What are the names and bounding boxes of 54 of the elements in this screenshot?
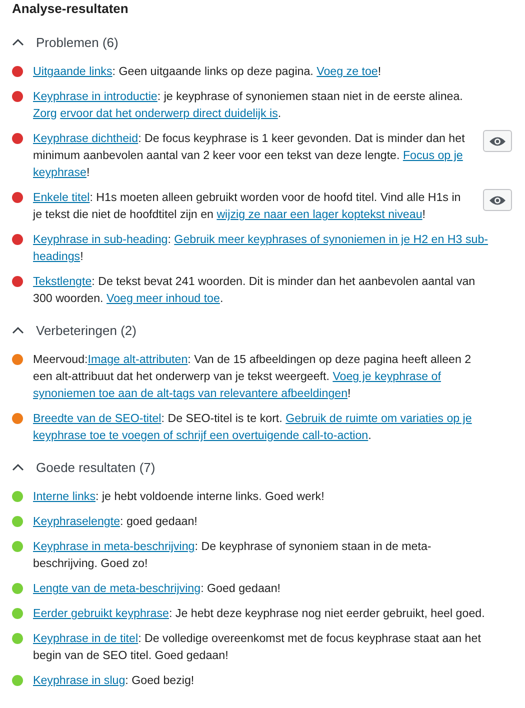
result-link[interactable]: Keyphrase dichtheid (33, 132, 138, 145)
result-text: Lengte van de meta-beschrijving: Goed gedaan! (33, 581, 282, 597)
result-text: Meervoud:Image alt-attributen: Van de 15 afbeeldingen op deze pagina heeft alleen 2 een alt-attribuut dat het onderwerp van je tekst weergeeft. Voeg je keyphrase of synoniemen toe aan de alt-tags van relevantere afbeeldingen! (33, 352, 472, 402)
result-link[interactable]: Keyphrase in meta-beschrijving (33, 540, 195, 553)
result-link[interactable]: Keyphraselengte (33, 515, 120, 528)
result-link[interactable]: Breedte van de SEO-titel (33, 412, 162, 425)
result-link[interactable]: Lengte van de meta-beschrijving (33, 582, 201, 595)
result-text: Keyphrase in sub-heading: Gebruik meer keyphrases of synoniemen in je H2 en H3 sub- headings! (33, 232, 489, 265)
result-link[interactable]: keyphrase (33, 166, 86, 179)
result-link[interactable]: ervoor dat het onderwerp direct duidelijk is (60, 107, 278, 120)
result-link[interactable]: synoniemen toe aan de alt-tags van relevantere afbeeldingen (33, 387, 348, 400)
result-link[interactable]: Gebruik meer keyphrases of synoniemen in je H2 en H3 sub- (174, 233, 488, 246)
section-toggle[interactable]: Goede resultaten (7) (12, 458, 156, 476)
result-link[interactable]: Keyphrase in sub-heading (33, 233, 168, 246)
eye-icon (489, 194, 506, 206)
result-text: Interne links: je hebt voldoende interne links. Goed werk! (33, 489, 326, 505)
result-link[interactable]: headings (33, 250, 80, 263)
result-text: Breedte van de SEO-titel: De SEO-titel is te kort. Gebruik de ruimte om variaties op je keyphrase toe te voegen of schrijf een overtuigende call-to-action. (33, 411, 473, 444)
result-link[interactable]: Gebruik de ruimte om variaties op je (286, 412, 472, 425)
panel-title: Analyse-resultaten (12, 0, 130, 18)
result-text: Keyphrase in meta-beschrijving: De keyphrase of synoniem staan in de meta-beschrijving. Goed zo! (33, 539, 432, 572)
result-text: Eerder gebruikt keyphrase: Je hebt deze keyphrase nog niet eerder gebruikt, heel goed. (33, 606, 486, 622)
result-link[interactable]: keyphrase toe te voegen of schrijf een overtuigende call-to-action (33, 429, 368, 442)
result-link[interactable]: Keyphrase in slug (33, 674, 126, 687)
result-text: Uitgaande links: Geen uitgaande links op deze pagina. Voeg ze toe! (33, 64, 382, 80)
result-link[interactable]: wijzig ze naar een lager koptekst niveau (216, 208, 422, 221)
result-link[interactable]: Voeg ze toe (316, 65, 378, 78)
result-link[interactable]: Keyphrase in de titel (33, 632, 138, 645)
eye-button[interactable] (483, 189, 512, 211)
eye-button[interactable] (483, 130, 512, 152)
result-link[interactable]: Tekstlengte (33, 275, 92, 288)
result-text: Keyphrase dichtheid: De focus keyphrase is 1 keer gevonden. Dat is minder dan het minimum aanbevolen aantal van 2 keer voor een tekst van deze lengte. Focus op je keyphrase! (33, 131, 465, 181)
eye-icon (489, 136, 506, 146)
result-link[interactable]: Uitgaande links (33, 65, 112, 78)
result-link[interactable]: Keyphrase in introductie (33, 90, 158, 103)
result-text: Keyphrase in de titel: De volledige overeenkomst met de focus keyphrase staat aan het begin van de SEO titel. Goed gedaan! (33, 631, 482, 664)
chevron-icon (12, 38, 24, 46)
result-link[interactable]: Enkele titel (33, 191, 90, 204)
chevron-icon (12, 326, 24, 334)
result-text: Keyphrase in introductie: je keyphrase of synoniemen staan niet in de eerste alinea. Zorg ervoor dat het onderwerp direct duidelijk is. (33, 89, 464, 122)
result-link[interactable]: Image alt-attributen (88, 353, 188, 366)
result-link[interactable]: Eerder gebruikt keyphrase (33, 607, 169, 620)
result-text: Tekstlengte: De tekst bevat 241 woorden. Dit is minder dan het aanbevolen aantal van 300 woorden. Voeg meer inhoud toe. (33, 274, 476, 307)
chevron-icon (12, 463, 24, 471)
section-toggle[interactable]: Verbeteringen (2) (12, 321, 136, 339)
result-text: Keyphrase in slug: Goed bezig! (33, 673, 196, 689)
result-link[interactable]: Focus op je (402, 149, 463, 162)
result-text: Keyphraselengte: goed gedaan! (33, 514, 198, 530)
result-link[interactable]: Voeg meer inhoud toe (106, 292, 220, 305)
result-text: Enkele titel: H1s moeten alleen gebruikt worden voor de hoofd titel. Vind alle H1s in je tekst die niet de hoofdtitel zijn en wijzig ze naar een lager koptekst niveau! (33, 190, 462, 223)
result-link[interactable]: Voeg je keyphrase of (332, 370, 441, 383)
result-link[interactable]: Interne links (33, 490, 96, 503)
section-toggle[interactable]: Problemen (6) (12, 33, 118, 51)
result-link[interactable]: Zorg (33, 107, 57, 120)
